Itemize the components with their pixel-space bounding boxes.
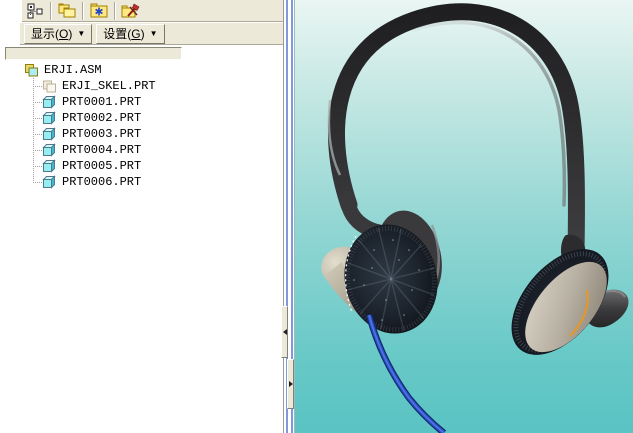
tree-header-bar [5, 47, 182, 60]
model-tree-view-icon[interactable] [22, 0, 48, 21]
tree-node-part[interactable]: PRT0006.PRT [0, 174, 283, 190]
toolbar-separator [50, 1, 52, 20]
tree-button-bar: 显示(O) ▼ 设置(G) ▼ [20, 23, 283, 45]
tree-toolbar [22, 0, 283, 22]
tree-node-label: PRT0003.PRT [62, 127, 142, 141]
tree-node-part[interactable]: PRT0003.PRT [0, 126, 283, 142]
tree-node-part[interactable]: PRT0004.PRT [0, 142, 283, 158]
tree-node-label: PRT0001.PRT [62, 95, 142, 109]
tree-guide-stub [33, 134, 42, 135]
part-icon [43, 160, 55, 172]
headband [327, 3, 585, 261]
settings-button-label: 设置(G) [103, 27, 145, 41]
model-tree-panel: 显示(O) ▼ 设置(G) ▼ ERJI.ASM ERJI_SKEL.PRT P… [0, 0, 283, 433]
3d-viewport[interactable] [294, 0, 633, 433]
settings-dropdown-button[interactable]: 设置(G) ▼ [96, 23, 165, 44]
tree-node-label: ERJI.ASM [44, 63, 102, 77]
tree-node-assembly[interactable]: ERJI.ASM [0, 62, 283, 78]
part-icon [43, 112, 55, 124]
panel-splitter[interactable] [281, 0, 294, 433]
tree-node-part[interactable]: PRT0001.PRT [0, 94, 283, 110]
toolbar-separator [114, 1, 116, 20]
tree-guide-stub [33, 86, 42, 87]
tree-guide-stub [33, 102, 42, 103]
audio-cable [365, 314, 447, 433]
tree-guide-stub [33, 150, 42, 151]
tree-guide-stub [33, 118, 42, 119]
tree-node-label: PRT0002.PRT [62, 111, 142, 125]
folder-asterisk-icon[interactable] [86, 0, 112, 21]
part-icon [43, 128, 55, 140]
part-icon [43, 144, 55, 156]
tree-guide-stub [33, 182, 42, 183]
folder-tools-icon[interactable] [118, 0, 144, 21]
tree-node-label: PRT0005.PRT [62, 159, 142, 173]
chevron-down-icon: ▼ [149, 28, 158, 38]
tree-node-part[interactable]: PRT0002.PRT [0, 110, 283, 126]
collapse-left-sash[interactable] [281, 306, 288, 358]
assembly-icon [25, 64, 38, 77]
tree-guide-stub [33, 166, 42, 167]
show-button-label: 显示(O) [31, 27, 73, 41]
model-tree: ERJI.ASM ERJI_SKEL.PRT PRT0001.PRT PRT00… [0, 62, 283, 433]
tree-node-skeleton[interactable]: ERJI_SKEL.PRT [0, 78, 283, 94]
part-icon [43, 176, 55, 188]
skeleton-part-icon [43, 80, 56, 93]
layer-folders-icon[interactable] [54, 0, 80, 21]
tree-node-label: PRT0004.PRT [62, 143, 142, 157]
collapse-left-arrow-icon [282, 329, 287, 335]
show-dropdown-button[interactable]: 显示(O) ▼ [24, 23, 93, 44]
toolbar-separator [82, 1, 84, 20]
expand-right-sash[interactable] [287, 359, 294, 409]
part-icon [43, 96, 55, 108]
headphones-3d-model [321, 3, 629, 433]
tree-node-label: ERJI_SKEL.PRT [62, 79, 156, 93]
application-window: 显示(O) ▼ 设置(G) ▼ ERJI.ASM ERJI_SKEL.PRT P… [0, 0, 633, 433]
collapse-right-arrow-icon [288, 381, 293, 387]
tree-node-label: PRT0006.PRT [62, 175, 142, 189]
chevron-down-icon: ▼ [77, 28, 86, 38]
tree-node-part[interactable]: PRT0005.PRT [0, 158, 283, 174]
